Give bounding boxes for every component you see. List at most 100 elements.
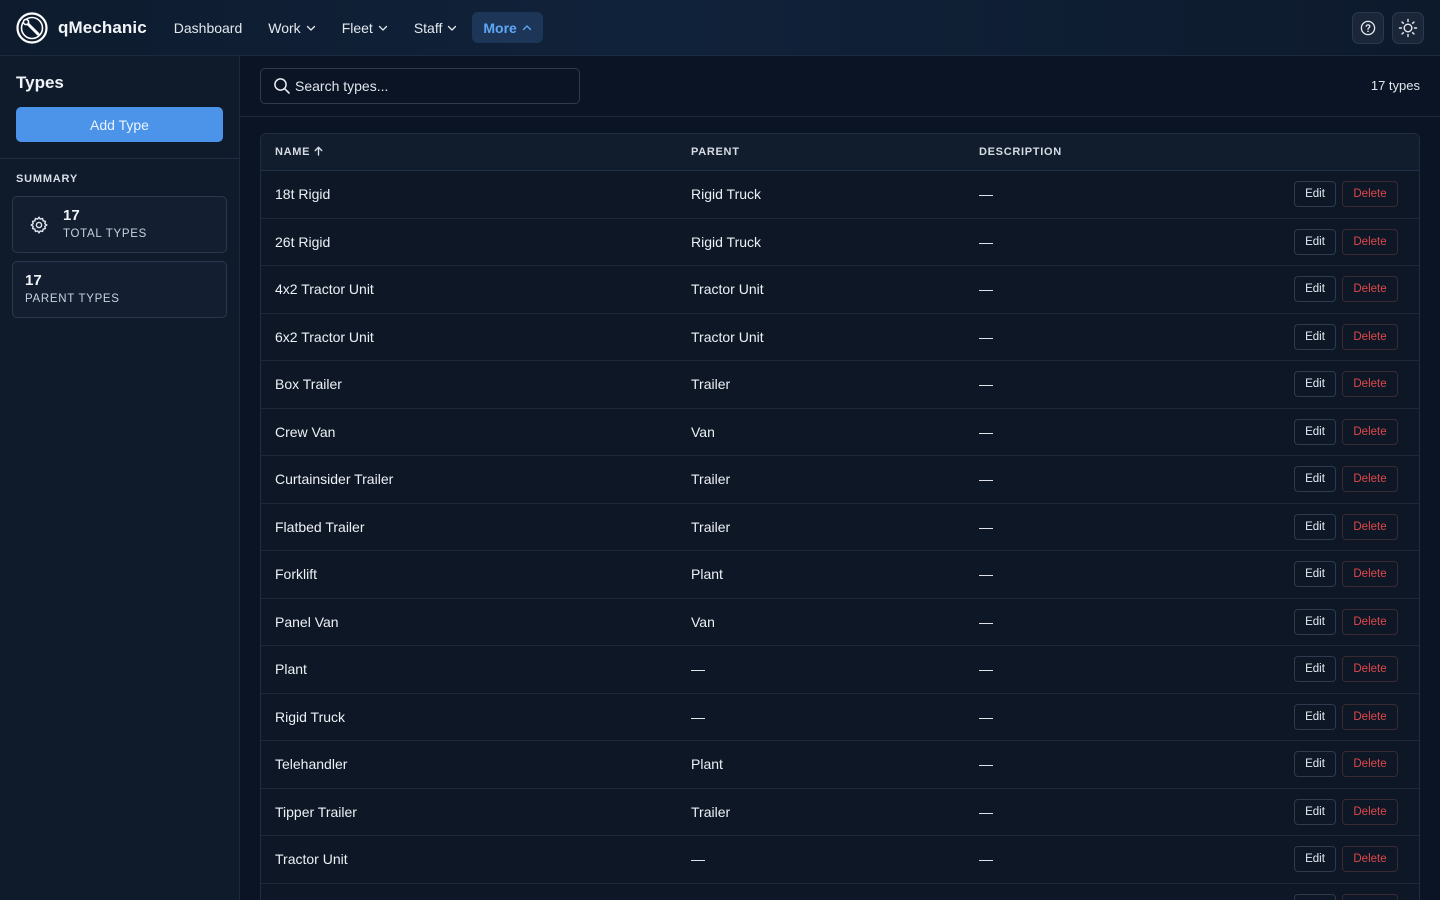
delete-button[interactable]: Delete — [1342, 276, 1398, 303]
search-icon — [274, 78, 290, 94]
brand-logo[interactable]: qMechanic — [16, 11, 147, 44]
description-cell: — — [979, 613, 993, 630]
delete-button[interactable]: Delete — [1342, 513, 1398, 540]
delete-button[interactable]: Delete — [1342, 846, 1398, 873]
edit-button[interactable]: Edit — [1294, 181, 1336, 208]
nav-item-dashboard[interactable]: Dashboard — [163, 12, 254, 43]
delete-button[interactable]: Delete — [1342, 656, 1398, 683]
edit-button[interactable]: Edit — [1294, 513, 1336, 540]
edit-button[interactable]: Edit — [1294, 276, 1336, 303]
description-cell: — — [979, 851, 993, 868]
type-name-cell: Forklift — [275, 566, 317, 583]
edit-button[interactable]: Edit — [1294, 323, 1336, 350]
search-input[interactable] — [295, 78, 565, 94]
type-name-cell: Box Trailer — [275, 376, 342, 393]
delete-button[interactable]: Delete — [1342, 608, 1398, 635]
edit-button[interactable]: Edit — [1294, 228, 1336, 255]
table-row: Crew Van Van — Edit Delete — [261, 409, 1419, 456]
description-cell: — — [979, 566, 993, 583]
parent-types-value: 17 — [25, 272, 42, 289]
type-name-cell: Panel Van — [275, 613, 339, 630]
row-actions: EditDelete — [1294, 656, 1398, 683]
row-actions: EditDelete — [1294, 418, 1398, 445]
delete-button[interactable]: Delete — [1342, 703, 1398, 730]
type-name-cell: Plant — [275, 661, 307, 678]
column-header-name[interactable]: NAME — [275, 146, 323, 158]
chevron-down-icon — [306, 20, 316, 36]
delete-button[interactable]: Delete — [1342, 181, 1398, 208]
description-cell: — — [979, 708, 993, 725]
edit-button[interactable]: Edit — [1294, 561, 1336, 588]
edit-button[interactable]: Edit — [1294, 703, 1336, 730]
nav-item-more[interactable]: More — [472, 12, 543, 43]
table-row: Tipper Trailer Trailer — Edit Delete — [261, 789, 1419, 836]
table-row: Edit Delete — [261, 884, 1419, 900]
edit-button[interactable]: Edit — [1294, 893, 1336, 900]
parent-cell: Rigid Truck — [691, 186, 762, 203]
delete-button[interactable]: Delete — [1342, 418, 1398, 445]
edit-button[interactable]: Edit — [1294, 418, 1336, 445]
table-row: Forklift Plant — Edit Delete — [261, 551, 1419, 599]
column-header-parent[interactable]: PARENT — [691, 146, 740, 158]
types-count: 17 types — [1370, 78, 1420, 93]
sidebar-divider — [0, 158, 239, 159]
table-header: NAME PARENT DESCRIPTION — [261, 134, 1419, 171]
nav-item-label: Dashboard — [173, 19, 243, 36]
delete-button[interactable]: Delete — [1342, 798, 1398, 825]
search-box[interactable] — [260, 68, 580, 104]
nav-item-staff[interactable]: Staff — [403, 12, 469, 43]
edit-button[interactable]: Edit — [1294, 466, 1336, 493]
delete-button[interactable]: Delete — [1342, 893, 1398, 900]
sun-icon — [1398, 18, 1418, 38]
parent-cell: — — [691, 851, 705, 868]
type-name-cell: Crew Van — [275, 423, 336, 440]
chevron-up-icon — [522, 20, 532, 36]
description-cell: — — [979, 803, 993, 820]
description-cell: — — [979, 518, 993, 535]
description-cell: — — [979, 186, 993, 203]
type-name-cell: 6x2 Tractor Unit — [275, 328, 374, 345]
main-nav: Dashboard Work Fleet Staff More — [163, 12, 543, 43]
type-name-cell: Telehandler — [275, 756, 348, 773]
parent-cell: Plant — [691, 566, 723, 583]
edit-button[interactable]: Edit — [1294, 371, 1336, 398]
delete-button[interactable]: Delete — [1342, 751, 1398, 778]
row-actions: EditDelete — [1294, 703, 1398, 730]
edit-button[interactable]: Edit — [1294, 846, 1336, 873]
delete-button[interactable]: Delete — [1342, 561, 1398, 588]
app-name: qMechanic — [58, 17, 147, 37]
column-header-description[interactable]: DESCRIPTION — [979, 146, 1062, 158]
parent-cell: Van — [691, 613, 715, 630]
delete-button[interactable]: Delete — [1342, 228, 1398, 255]
row-actions: EditDelete — [1294, 608, 1398, 635]
delete-button[interactable]: Delete — [1342, 323, 1398, 350]
delete-button[interactable]: Delete — [1342, 371, 1398, 398]
row-actions: EditDelete — [1294, 513, 1398, 540]
main-content: 17 types NAME PARENT DESCRIPTION 18t Rig… — [240, 56, 1440, 900]
edit-button[interactable]: Edit — [1294, 656, 1336, 683]
types-table: NAME PARENT DESCRIPTION 18t Rigid Rigid T… — [260, 133, 1420, 900]
parent-types-label: PARENT TYPES — [25, 293, 120, 305]
row-actions: EditDelete — [1294, 181, 1398, 208]
row-actions: EditDelete — [1294, 371, 1398, 398]
type-name-cell: 4x2 Tractor Unit — [275, 281, 374, 298]
parent-cell: — — [691, 708, 705, 725]
help-button[interactable] — [1352, 12, 1384, 44]
parent-cell: Rigid Truck — [691, 233, 762, 250]
edit-button[interactable]: Edit — [1294, 608, 1336, 635]
add-type-button[interactable]: Add Type — [16, 107, 223, 142]
row-actions: EditDelete — [1294, 798, 1398, 825]
nav-item-fleet[interactable]: Fleet — [331, 12, 399, 43]
table-row: 6x2 Tractor Unit Tractor Unit — Edit Delete — [261, 314, 1419, 361]
total-types-label: TOTAL TYPES — [63, 228, 147, 240]
sort-ascending-icon — [314, 146, 323, 156]
delete-button[interactable]: Delete — [1342, 466, 1398, 493]
parent-cell: Van — [691, 423, 715, 440]
edit-button[interactable]: Edit — [1294, 751, 1336, 778]
nav-item-work[interactable]: Work — [257, 12, 326, 43]
theme-toggle-button[interactable] — [1392, 12, 1424, 44]
parent-cell: Trailer — [691, 376, 731, 393]
description-cell: — — [979, 756, 993, 773]
edit-button[interactable]: Edit — [1294, 798, 1336, 825]
chevron-down-icon — [447, 20, 457, 36]
